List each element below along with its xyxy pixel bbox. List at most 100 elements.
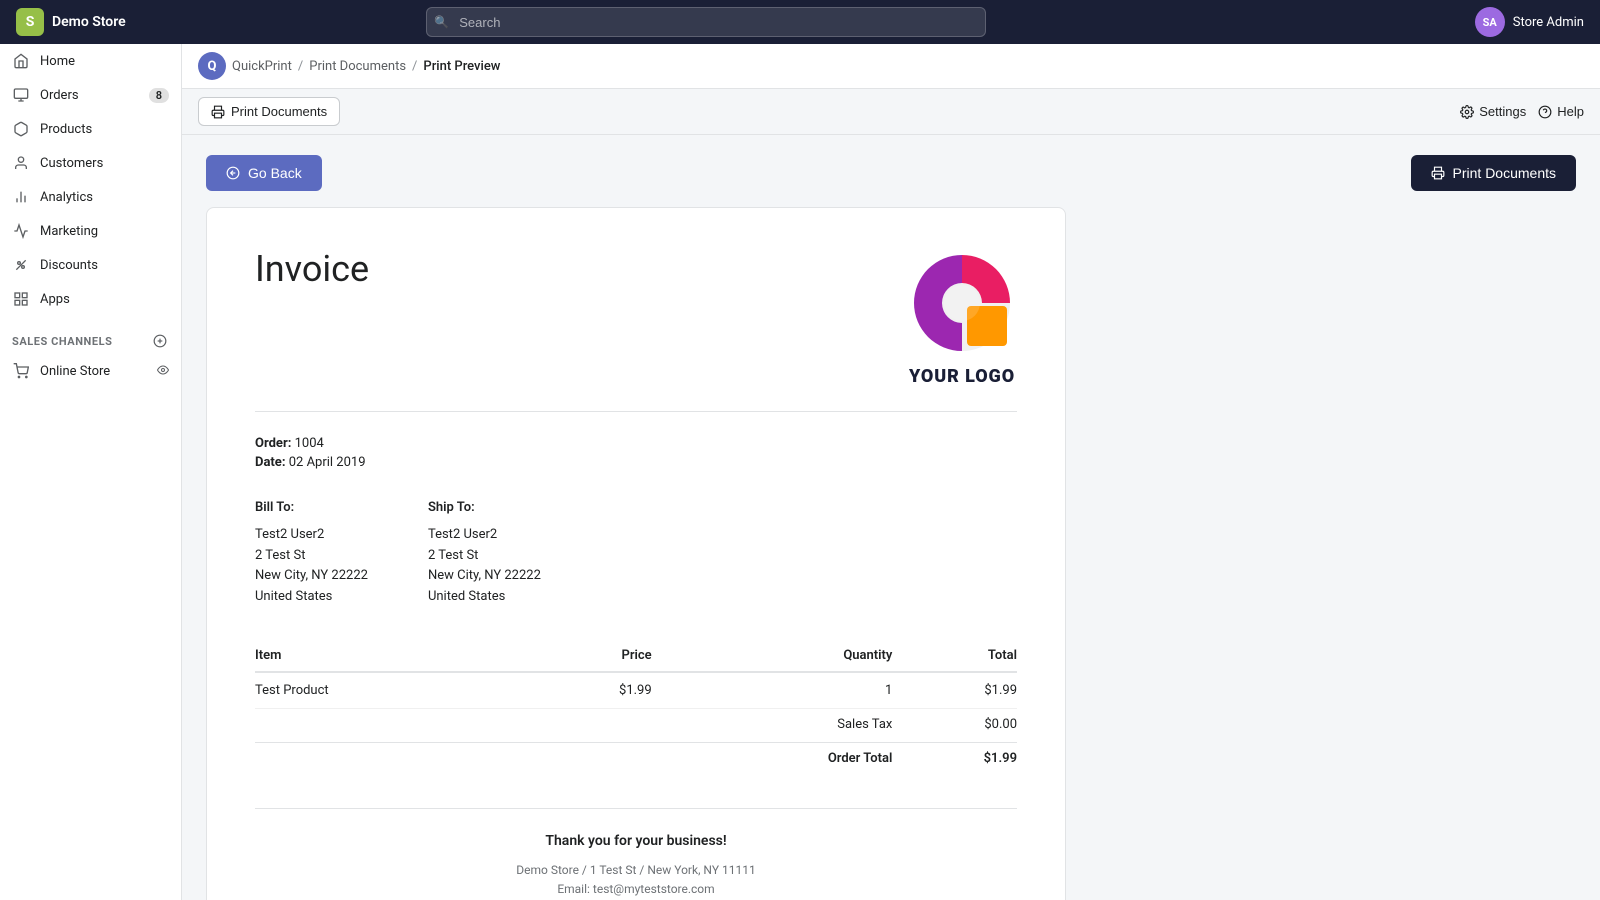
orders-badge: 8 <box>149 88 169 103</box>
bill-to-country: United States <box>255 587 368 608</box>
sidebar-label-online-store: Online Store <box>40 364 110 379</box>
actionbar: Print Documents Settings Help <box>182 89 1600 135</box>
search-wrapper: 🔍 <box>426 7 986 37</box>
invoice-meta: Order: 1004 Date: 02 April 2019 <box>255 436 1017 470</box>
sidebar-label-apps: Apps <box>40 292 70 307</box>
sidebar-item-customers[interactable]: Customers <box>0 146 181 180</box>
online-store-icon <box>12 362 30 380</box>
logo-graphic <box>907 248 1017 358</box>
apps-icon <box>12 290 30 308</box>
user-avatar: SA <box>1475 7 1505 37</box>
sidebar-label-analytics: Analytics <box>40 190 93 205</box>
sidebar-label-home: Home <box>40 54 75 69</box>
breadcrumb-sep-2: / <box>412 59 417 74</box>
analytics-icon <box>12 188 30 206</box>
order-total-label: Order Total <box>652 742 893 776</box>
settings-label: Settings <box>1479 104 1526 119</box>
sidebar-item-home[interactable]: Home <box>0 44 181 78</box>
bill-to-label: Bill To: <box>255 498 368 519</box>
printer-primary-icon <box>1431 166 1445 180</box>
order-info: Order: 1004 <box>255 436 1017 451</box>
help-icon <box>1538 105 1552 119</box>
main-content: Q QuickPrint / Print Documents / Print P… <box>182 44 1600 900</box>
print-docs-secondary-label: Print Documents <box>231 104 327 119</box>
breadcrumb-sep-1: / <box>298 59 303 74</box>
store-info: Demo Store / 1 Test St / New York, NY 11… <box>255 861 1017 880</box>
home-icon <box>12 52 30 70</box>
invoice-logo-area: YOUR LOGO <box>907 248 1017 387</box>
ship-to-block: Ship To: Test2 User2 2 Test St New City,… <box>428 498 541 608</box>
bill-to-street: 2 Test St <box>255 546 368 567</box>
settings-button[interactable]: Settings <box>1460 104 1526 119</box>
sidebar-item-online-store[interactable]: Online Store <box>0 354 181 388</box>
help-label: Help <box>1557 104 1584 119</box>
col-price: Price <box>530 640 652 672</box>
search-icon: 🔍 <box>434 15 449 29</box>
store-email: Email: test@myteststore.com <box>255 880 1017 899</box>
sidebar-label-products: Products <box>40 122 92 137</box>
go-back-button[interactable]: Go Back <box>206 155 322 191</box>
row-item: Test Product <box>255 672 530 709</box>
thank-you-text: Thank you for your business! <box>255 833 1017 849</box>
orders-icon <box>12 86 30 104</box>
brand-name: Demo Store <box>52 14 126 30</box>
invoice-card: Invoice <box>206 207 1066 900</box>
bill-to-city: New City, NY 22222 <box>255 566 368 587</box>
ship-to-name: Test2 User2 <box>428 525 541 546</box>
address-row: Bill To: Test2 User2 2 Test St New City,… <box>255 498 1017 608</box>
breadcrumb-app[interactable]: QuickPrint <box>232 59 292 74</box>
sales-channels-section: SALES CHANNELS <box>0 316 181 354</box>
sidebar-item-discounts[interactable]: Discounts <box>0 248 181 282</box>
invoice-footer: Thank you for your business! Demo Store … <box>255 808 1017 899</box>
sidebar-item-products[interactable]: Products <box>0 112 181 146</box>
sidebar-label-customers: Customers <box>40 156 103 171</box>
sales-tax-row: Sales Tax $0.00 <box>255 708 1017 742</box>
print-documents-secondary-button[interactable]: Print Documents <box>198 97 340 126</box>
help-button[interactable]: Help <box>1538 104 1584 119</box>
app-logo: Q <box>198 52 226 80</box>
arrow-left-icon <box>226 166 240 180</box>
date-info: Date: 02 April 2019 <box>255 455 1017 470</box>
add-sales-channel-button[interactable] <box>151 332 169 350</box>
print-documents-primary-button[interactable]: Print Documents <box>1411 155 1576 191</box>
sidebar-item-orders[interactable]: Orders 8 <box>0 78 181 112</box>
brand-icon: S <box>16 8 44 36</box>
row-quantity: 1 <box>652 672 893 709</box>
sidebar-item-analytics[interactable]: Analytics <box>0 180 181 214</box>
search-input[interactable] <box>426 7 986 37</box>
order-total-value: $1.99 <box>892 742 1017 776</box>
logo-text: YOUR LOGO <box>909 366 1015 387</box>
table-row: Test Product $1.99 1 $1.99 <box>255 672 1017 709</box>
bill-to-block: Bill To: Test2 User2 2 Test St New City,… <box>255 498 368 608</box>
bill-to-name: Test2 User2 <box>255 525 368 546</box>
products-icon <box>12 120 30 138</box>
print-label: Print Documents <box>1453 165 1556 181</box>
action-row: Go Back Print Documents <box>206 155 1576 191</box>
printer-icon <box>211 105 225 119</box>
col-total: Total <box>892 640 1017 672</box>
breadcrumb-section[interactable]: Print Documents <box>309 59 406 74</box>
col-quantity: Quantity <box>652 640 893 672</box>
invoice-header: Invoice <box>255 248 1017 412</box>
sidebar-label-orders: Orders <box>40 88 79 103</box>
invoice-title: Invoice <box>255 248 369 290</box>
discounts-icon <box>12 256 30 274</box>
user-menu[interactable]: SA Store Admin <box>1475 7 1584 37</box>
marketing-icon <box>12 222 30 240</box>
sidebar-label-marketing: Marketing <box>40 224 98 239</box>
sales-tax-label: Sales Tax <box>652 708 893 742</box>
sidebar-item-apps[interactable]: Apps <box>0 282 181 316</box>
sidebar: Home Orders 8 Products Customers Analy <box>0 44 182 900</box>
ship-to-country: United States <box>428 587 541 608</box>
settings-icon <box>1460 105 1474 119</box>
go-back-label: Go Back <box>248 165 302 181</box>
sidebar-item-marketing[interactable]: Marketing <box>0 214 181 248</box>
ship-to-label: Ship To: <box>428 498 541 519</box>
ship-to-street: 2 Test St <box>428 546 541 567</box>
subheader: Q QuickPrint / Print Documents / Print P… <box>182 44 1600 89</box>
sidebar-label-discounts: Discounts <box>40 258 98 273</box>
content-area: Go Back Print Documents Invoice <box>182 135 1600 900</box>
row-price: $1.99 <box>530 672 652 709</box>
online-store-eye-icon[interactable] <box>157 364 169 379</box>
topbar: S Demo Store 🔍 SA Store Admin <box>0 0 1600 44</box>
